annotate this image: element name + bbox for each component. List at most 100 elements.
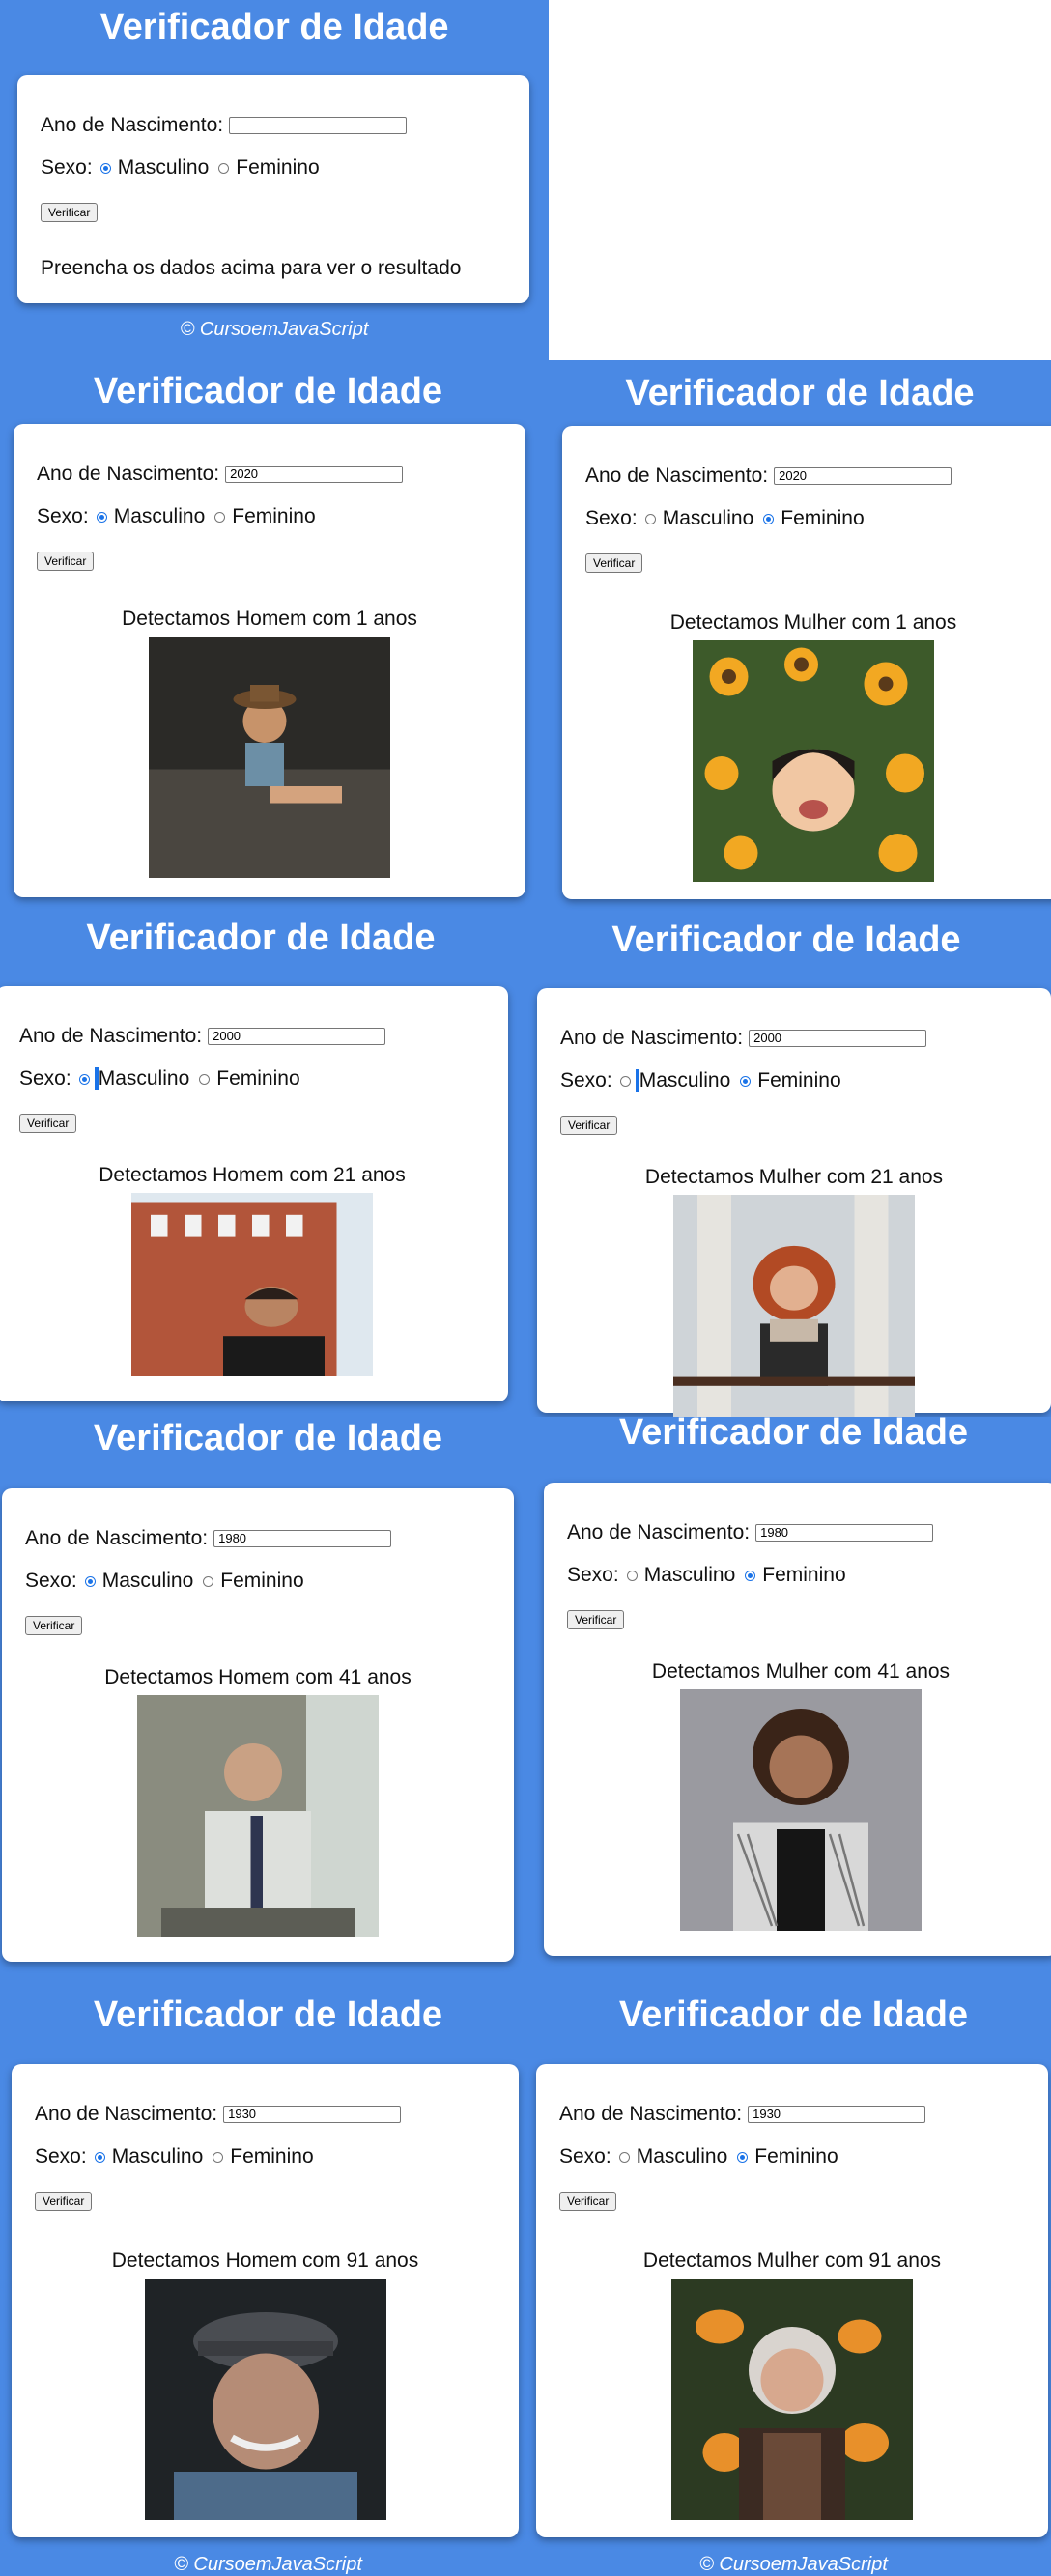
page-title: Verificador de Idade (99, 7, 449, 47)
male-radio[interactable] (96, 511, 107, 523)
birth-year-label: Ano de Nascimento: (559, 2103, 743, 2125)
male-radio[interactable] (99, 162, 111, 174)
female-radio[interactable] (763, 513, 775, 524)
blank-area (549, 0, 1051, 360)
female-radio[interactable] (740, 1075, 752, 1087)
sex-label: Sexo: (560, 1069, 612, 1091)
female-label: Feminino (762, 1564, 846, 1586)
page-title: Verificador de Idade (93, 1418, 443, 1458)
birth-year-input[interactable]: 1980 (755, 1524, 934, 1542)
male-label: Masculino (643, 1564, 736, 1586)
female-radio[interactable] (203, 1575, 214, 1587)
male-radio[interactable] (618, 2151, 630, 2163)
adult-woman-photo (680, 1689, 922, 1931)
male-label: Masculino (636, 2145, 728, 2167)
result-text: Detectamos Homem com 1 anos (122, 608, 417, 630)
result-panel: Verificador de Idade Ano de Nascimento: … (536, 1412, 1051, 1992)
female-label: Feminino (781, 507, 865, 529)
result-text: Detectamos Homem com 91 anos (111, 2250, 419, 2272)
form-card: Ano de Nascimento: 2000 Sexo: Masculino … (537, 988, 1051, 1417)
result-panel: Verificador de Idade Ano de Nascimento: … (522, 913, 1051, 1417)
form-card: Ano de Nascimento: 1930 Sexo: Masculino … (12, 2064, 519, 2537)
female-label: Feminino (757, 1069, 841, 1091)
form-card: Ano de Nascimento: 2000 Sexo: Masculino … (0, 986, 508, 1401)
male-radio[interactable] (78, 1073, 90, 1085)
result-panel: Verificador de Idade Ano de Nascimento: … (0, 1992, 536, 2573)
verify-button[interactable]: Verificar (567, 1610, 625, 1629)
result-text: Detectamos Mulher com 1 anos (669, 611, 957, 634)
male-label: Masculino (111, 2145, 204, 2167)
footer-credit: © CursoemJavaScript (180, 319, 369, 340)
verify-button[interactable]: Verificar (560, 1116, 618, 1135)
verify-button[interactable]: Verificar (585, 553, 643, 573)
page-title: Verificador de Idade (625, 373, 975, 413)
birth-year-input[interactable]: 2020 (225, 466, 404, 483)
form-card: Ano de Nascimento: Sexo: Masculino Femin… (17, 75, 529, 303)
young-woman-photo (673, 1195, 915, 1417)
result-text: Detectamos Homem com 21 anos (99, 1164, 406, 1186)
form-card: Ano de Nascimento: 2020 Sexo: Masculino … (562, 426, 1051, 899)
result-panel: Verificador de Idade Ano de Nascimento: … (0, 913, 522, 1415)
male-radio[interactable] (84, 1575, 96, 1587)
result-panel: Verificador de Idade Ano de Nascimento: … (549, 360, 1051, 943)
result-prompt: Preencha os dados acima para ver o resul… (41, 257, 462, 279)
sex-label: Sexo: (567, 1564, 619, 1586)
male-radio[interactable] (626, 1570, 638, 1581)
birth-year-label: Ano de Nascimento: (35, 2103, 218, 2125)
initial-panel: Verificador de Idade Ano de Nascimento: … (0, 0, 549, 360)
sex-label: Sexo: (37, 505, 89, 527)
male-label: Masculino (117, 156, 210, 179)
female-radio[interactable] (213, 2151, 224, 2163)
sex-label: Sexo: (585, 507, 638, 529)
birth-year-input[interactable]: 1930 (748, 2106, 926, 2123)
sex-label: Sexo: (35, 2145, 87, 2167)
birth-year-input[interactable]: 2000 (208, 1028, 386, 1045)
sex-label: Sexo: (19, 1067, 71, 1090)
birth-year-label: Ano de Nascimento: (567, 1521, 751, 1543)
young-man-photo (131, 1193, 373, 1376)
female-label: Feminino (230, 2145, 314, 2167)
male-label: Masculino (98, 1067, 190, 1090)
elderly-woman-photo (671, 2279, 913, 2520)
form-card: Ano de Nascimento: 1980 Sexo: Masculino … (2, 1488, 514, 1962)
male-radio[interactable] (644, 513, 656, 524)
female-label: Feminino (754, 2145, 838, 2167)
female-radio[interactable] (218, 162, 230, 174)
elderly-man-photo (145, 2279, 386, 2520)
form-card: Ano de Nascimento: 2020 Sexo: Masculino … (14, 424, 526, 897)
sex-label: Sexo: (25, 1570, 77, 1592)
result-text: Detectamos Mulher com 91 anos (642, 2250, 942, 2272)
form-card: Ano de Nascimento: 1980 Sexo: Masculino … (544, 1483, 1051, 1956)
verify-button[interactable]: Verificar (35, 2192, 93, 2211)
female-radio[interactable] (745, 1570, 756, 1581)
verify-button[interactable]: Verificar (25, 1616, 83, 1635)
birth-year-input[interactable]: 1930 (223, 2106, 402, 2123)
male-label: Masculino (113, 505, 206, 527)
birth-year-label: Ano de Nascimento: (41, 114, 224, 136)
verify-button[interactable]: Verificar (19, 1114, 77, 1133)
male-radio[interactable] (94, 2151, 105, 2163)
male-radio[interactable] (619, 1075, 631, 1087)
birth-year-label: Ano de Nascimento: (37, 463, 220, 485)
female-label: Feminino (232, 505, 316, 527)
result-panel: Verificador de Idade Ano de Nascimento: … (0, 360, 536, 943)
female-radio[interactable] (214, 511, 226, 523)
female-radio[interactable] (199, 1073, 211, 1085)
verify-button[interactable]: Verificar (41, 203, 99, 222)
birth-year-input[interactable]: 2020 (774, 467, 952, 485)
verify-button[interactable]: Verificar (37, 552, 95, 571)
page-title: Verificador de Idade (611, 920, 961, 960)
male-label: Masculino (639, 1069, 731, 1091)
page-title: Verificador de Idade (618, 1995, 969, 2035)
page-title: Verificador de Idade (86, 918, 436, 958)
female-label: Feminino (220, 1570, 304, 1592)
birth-year-input[interactable] (229, 117, 408, 134)
verify-button[interactable]: Verificar (559, 2192, 617, 2211)
male-label: Masculino (101, 1570, 194, 1592)
result-panel: Verificador de Idade Ano de Nascimento: … (0, 1417, 536, 1992)
sex-label: Sexo: (41, 156, 93, 179)
birth-year-input[interactable]: 2000 (749, 1030, 927, 1047)
birth-year-label: Ano de Nascimento: (585, 465, 769, 487)
birth-year-input[interactable]: 1980 (213, 1530, 392, 1547)
female-radio[interactable] (737, 2151, 749, 2163)
